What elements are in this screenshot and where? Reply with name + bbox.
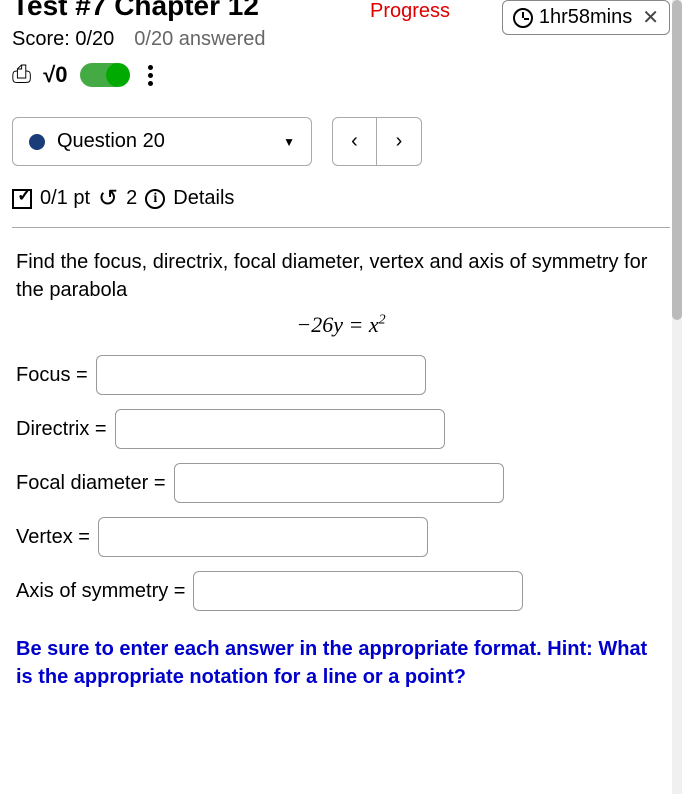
directrix-input[interactable] [115, 409, 445, 449]
toggle-switch[interactable] [80, 63, 128, 87]
question-prompt: Find the focus, directrix, focal diamete… [16, 248, 666, 304]
timer-box[interactable]: 1hr58mins ✕ [502, 0, 670, 35]
focal-diameter-label: Focal diameter = [16, 469, 166, 497]
checkbox-icon [12, 189, 32, 209]
points-row: 0/1 pt ↺ 2 i Details [12, 184, 670, 228]
equation-lhs: −26y [296, 312, 343, 337]
vertex-label: Vertex = [16, 523, 90, 551]
next-question-button[interactable]: › [377, 118, 421, 165]
focus-label: Focus = [16, 361, 88, 389]
hint-text: Be sure to enter each answer in the appr… [16, 635, 666, 691]
sqrt-icon[interactable]: √0 [43, 62, 67, 88]
more-menu-icon[interactable] [148, 65, 153, 86]
equation-rhs-exp: 2 [379, 313, 386, 328]
question-dropdown[interactable]: Question 20 ▼ [12, 117, 312, 166]
answered-count: 0/20 answered [134, 28, 265, 51]
axis-input[interactable] [193, 571, 523, 611]
focal-diameter-input[interactable] [174, 463, 504, 503]
equation-eq: = [343, 312, 369, 337]
equation-rhs-base: x [369, 312, 379, 337]
question-label: Question 20 [57, 130, 165, 153]
progress-label[interactable]: Progress [370, 0, 450, 23]
scrollbar-thumb[interactable] [672, 0, 682, 320]
question-body: Find the focus, directrix, focal diamete… [12, 228, 670, 711]
equation: −26y = x2 [16, 310, 666, 341]
clock-icon [513, 8, 533, 28]
test-title: Test #7 Chapter 12 [12, 0, 259, 22]
status-dot-icon [29, 134, 45, 150]
info-icon[interactable]: i [145, 189, 165, 209]
chevron-down-icon: ▼ [283, 135, 295, 149]
vertex-input[interactable] [98, 517, 428, 557]
print-icon[interactable]: ⎙ [12, 61, 31, 89]
toolbar: ⎙ √0 [12, 61, 670, 89]
directrix-label: Directrix = [16, 415, 107, 443]
details-label[interactable]: Details [173, 187, 234, 210]
close-icon[interactable]: ✕ [642, 5, 659, 30]
retries-value: 2 [126, 187, 137, 210]
score-label: Score: 0/20 [12, 28, 114, 51]
scrollbar[interactable] [672, 0, 682, 794]
points-value: 0/1 pt [40, 187, 90, 210]
timer-value: 1hr58mins [539, 6, 632, 29]
focus-input[interactable] [96, 355, 426, 395]
axis-label: Axis of symmetry = [16, 577, 185, 605]
prev-question-button[interactable]: ‹ [333, 118, 377, 165]
retry-icon: ↺ [98, 184, 118, 213]
nav-arrows: ‹ › [332, 117, 422, 166]
